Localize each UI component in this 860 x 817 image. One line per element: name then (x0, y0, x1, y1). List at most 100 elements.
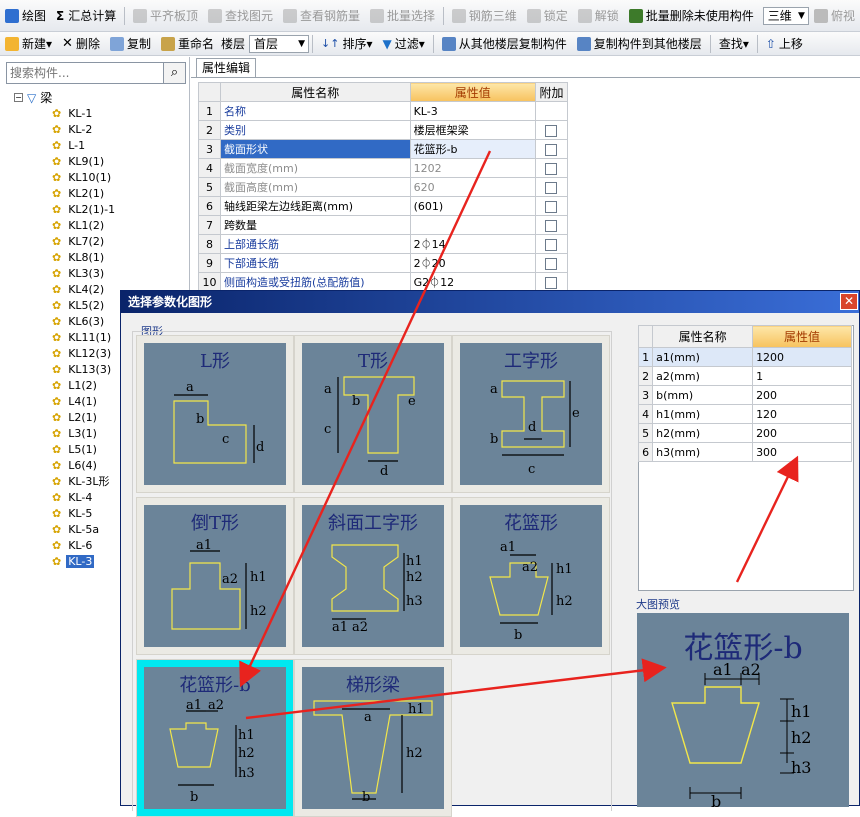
lock-button[interactable]: 锁定 (522, 5, 573, 27)
param-row[interactable]: 3 b(mm) 200 (637, 385, 852, 405)
tree-item[interactable]: ✿ L1(2) (52, 377, 99, 393)
property-value[interactable]: 2⏀14 (409, 234, 536, 254)
tree-item[interactable]: ✿ L5(1) (52, 441, 99, 457)
floor-select[interactable]: 首层 ▼ (249, 34, 310, 53)
tree-item[interactable]: ✿ KL10(1) (52, 169, 113, 185)
property-value[interactable]: 2⏀20 (409, 253, 536, 273)
extra-checkbox[interactable] (545, 257, 558, 270)
param-row[interactable]: 2 a2(mm) 1 (637, 366, 852, 386)
tree-item[interactable]: ✿ KL2(1) (52, 185, 106, 201)
property-value[interactable]: 620 (409, 177, 536, 197)
property-value[interactable]: 花篮形-b (409, 139, 536, 159)
extra-checkbox[interactable] (545, 276, 558, 289)
close-button[interactable]: ✕ (840, 293, 858, 310)
draw-button[interactable]: 绘图 (0, 5, 51, 27)
copy-from-floor-button[interactable]: 从其他楼层复制构件 (437, 33, 572, 55)
param-value[interactable]: 200 (752, 423, 852, 443)
param-row[interactable]: 5 h2(mm) 200 (637, 423, 852, 443)
find-button[interactable]: 查找 ▾ (714, 33, 754, 55)
property-row[interactable]: 6 轴线距梁左边线距离(mm) (601) (198, 196, 569, 216)
collapse-icon[interactable]: − (14, 93, 23, 102)
param-value[interactable]: 1200 (752, 347, 852, 367)
extra-checkbox[interactable] (545, 219, 558, 232)
param-value[interactable]: 1 (752, 366, 852, 386)
tree-item[interactable]: ✿ KL-2 (52, 121, 94, 137)
extra-checkbox[interactable] (545, 124, 558, 137)
tree-item[interactable]: ✿ KL1(2) (52, 217, 106, 233)
batch-delete-unused-button[interactable]: 批量删除未使用构件 (624, 5, 759, 27)
copy-button[interactable]: 复制 (105, 33, 156, 55)
rebar-3d-button[interactable]: 钢筋三维 (447, 5, 522, 27)
tab-property-edit[interactable]: 属性编辑 (196, 58, 256, 78)
tree-item[interactable]: ✿ KL5(2) (52, 297, 106, 313)
sort-button[interactable]: ↓↑ 排序 ▾ (316, 33, 377, 55)
property-value[interactable]: 1202 (409, 158, 536, 178)
shape-card-sloped-i-shape[interactable]: 斜面工字形 h1 h2 h3 a1 a2 (294, 497, 452, 655)
tree-item[interactable]: ✿ KL11(1) (52, 329, 113, 345)
shape-card-basket-b-shape[interactable]: 花篮形-b a1 a2 h1 h2 h3 b (136, 659, 294, 817)
tree-item[interactable]: ✿ KL-6 (52, 537, 94, 553)
extra-checkbox[interactable] (545, 181, 558, 194)
extra-checkbox[interactable] (545, 200, 558, 213)
extra-checkbox[interactable] (545, 162, 558, 175)
tree-item[interactable]: ✿ KL4(2) (52, 281, 106, 297)
param-row[interactable]: 6 h3(mm) 300 (637, 442, 852, 462)
delete-button[interactable]: ✕ 删除 (57, 33, 105, 55)
property-value[interactable]: 楼层框架梁 (409, 120, 536, 140)
property-value[interactable]: KL-3 (409, 101, 536, 121)
tree-item[interactable]: ✿ KL8(1) (52, 249, 106, 265)
copy-to-floor-button[interactable]: 复制构件到其他楼层 (572, 33, 707, 55)
filter-button[interactable]: ▼ 过滤 ▾ (378, 33, 430, 55)
tree-item[interactable]: ✿ L4(1) (52, 393, 99, 409)
param-value[interactable]: 300 (752, 442, 852, 462)
param-row[interactable]: 1 a1(mm) 1200 (637, 347, 852, 367)
tree-item[interactable]: ✿ KL9(1) (52, 153, 106, 169)
property-row[interactable]: 3 截面形状 花篮形-b (198, 139, 569, 159)
tree-item[interactable]: ✿ KL-3 (52, 553, 95, 569)
tree-item[interactable]: ✿ KL-5 (52, 505, 94, 521)
search-input[interactable] (6, 62, 164, 84)
property-value[interactable]: (601) (409, 196, 536, 216)
property-value[interactable]: G2⏀12 (409, 272, 536, 292)
extra-checkbox[interactable] (545, 143, 558, 156)
extra-checkbox[interactable] (545, 238, 558, 251)
property-value[interactable] (409, 215, 536, 235)
tree-item[interactable]: ✿ KL13(3) (52, 361, 113, 377)
shape-card-i-shape[interactable]: 工字形 a b c d e (452, 335, 610, 493)
tree-item[interactable]: ✿ L-1 (52, 137, 87, 153)
tree-item[interactable]: ✿ KL3(3) (52, 265, 106, 281)
shape-card-inverted-t-shape[interactable]: 倒T形 a1 a2 h1 h2 (136, 497, 294, 655)
batch-select-button[interactable]: 批量选择 (365, 5, 440, 27)
property-row[interactable]: 5 截面高度(mm) 620 (198, 177, 569, 197)
find-element-button[interactable]: 查找图元 (203, 5, 278, 27)
view-mode-select[interactable]: 三维 ▼ (762, 6, 809, 25)
new-button[interactable]: 新建 ▾ (0, 33, 57, 55)
move-up-button[interactable]: ⇧ 上移 (761, 33, 808, 55)
tree-item[interactable]: ✿ L3(1) (52, 425, 99, 441)
unlock-button[interactable]: 解锁 (573, 5, 624, 27)
property-row[interactable]: 4 截面宽度(mm) 1202 (198, 158, 569, 178)
property-row[interactable]: 2 类别 楼层框架梁 (198, 120, 569, 140)
shape-card-trapezoid-beam[interactable]: 梯形梁 a h1 h2 b (294, 659, 452, 817)
sum-calc-button[interactable]: Σ 汇总计算 (51, 5, 121, 27)
search-button[interactable]: ⌕ (164, 62, 186, 84)
view-rebar-button[interactable]: 查看钢筋量 (278, 5, 365, 27)
property-row[interactable]: 9 下部通长筋 2⏀20 (198, 253, 569, 273)
param-row[interactable]: 4 h1(mm) 120 (637, 404, 852, 424)
rename-button[interactable]: 重命名 (156, 33, 219, 55)
tree-item[interactable]: ✿ KL-4 (52, 489, 94, 505)
tree-item[interactable]: ✿ KL7(2) (52, 233, 106, 249)
tree-root-beam[interactable]: − ▽ 梁 (14, 89, 52, 106)
property-row[interactable]: 7 跨数量 (198, 215, 569, 235)
shape-card-l-shape[interactable]: L形 a b c d (136, 335, 294, 493)
tree-item[interactable]: ✿ KL-3L形 (52, 473, 111, 489)
param-value[interactable]: 200 (752, 385, 852, 405)
tree-item[interactable]: ✿ KL6(3) (52, 313, 106, 329)
shape-card-basket-shape[interactable]: 花篮形 a1 a2 h1 h2 b (452, 497, 610, 655)
tree-item[interactable]: ✿ KL2(1)-1 (52, 201, 117, 217)
top-view-button[interactable]: 俯视 (809, 5, 860, 27)
tree-item[interactable]: ✿ KL-5a (52, 521, 101, 537)
align-slab-top-button[interactable]: 平齐板顶 (128, 5, 203, 27)
param-value[interactable]: 120 (752, 404, 852, 424)
property-row[interactable]: 8 上部通长筋 2⏀14 (198, 234, 569, 254)
